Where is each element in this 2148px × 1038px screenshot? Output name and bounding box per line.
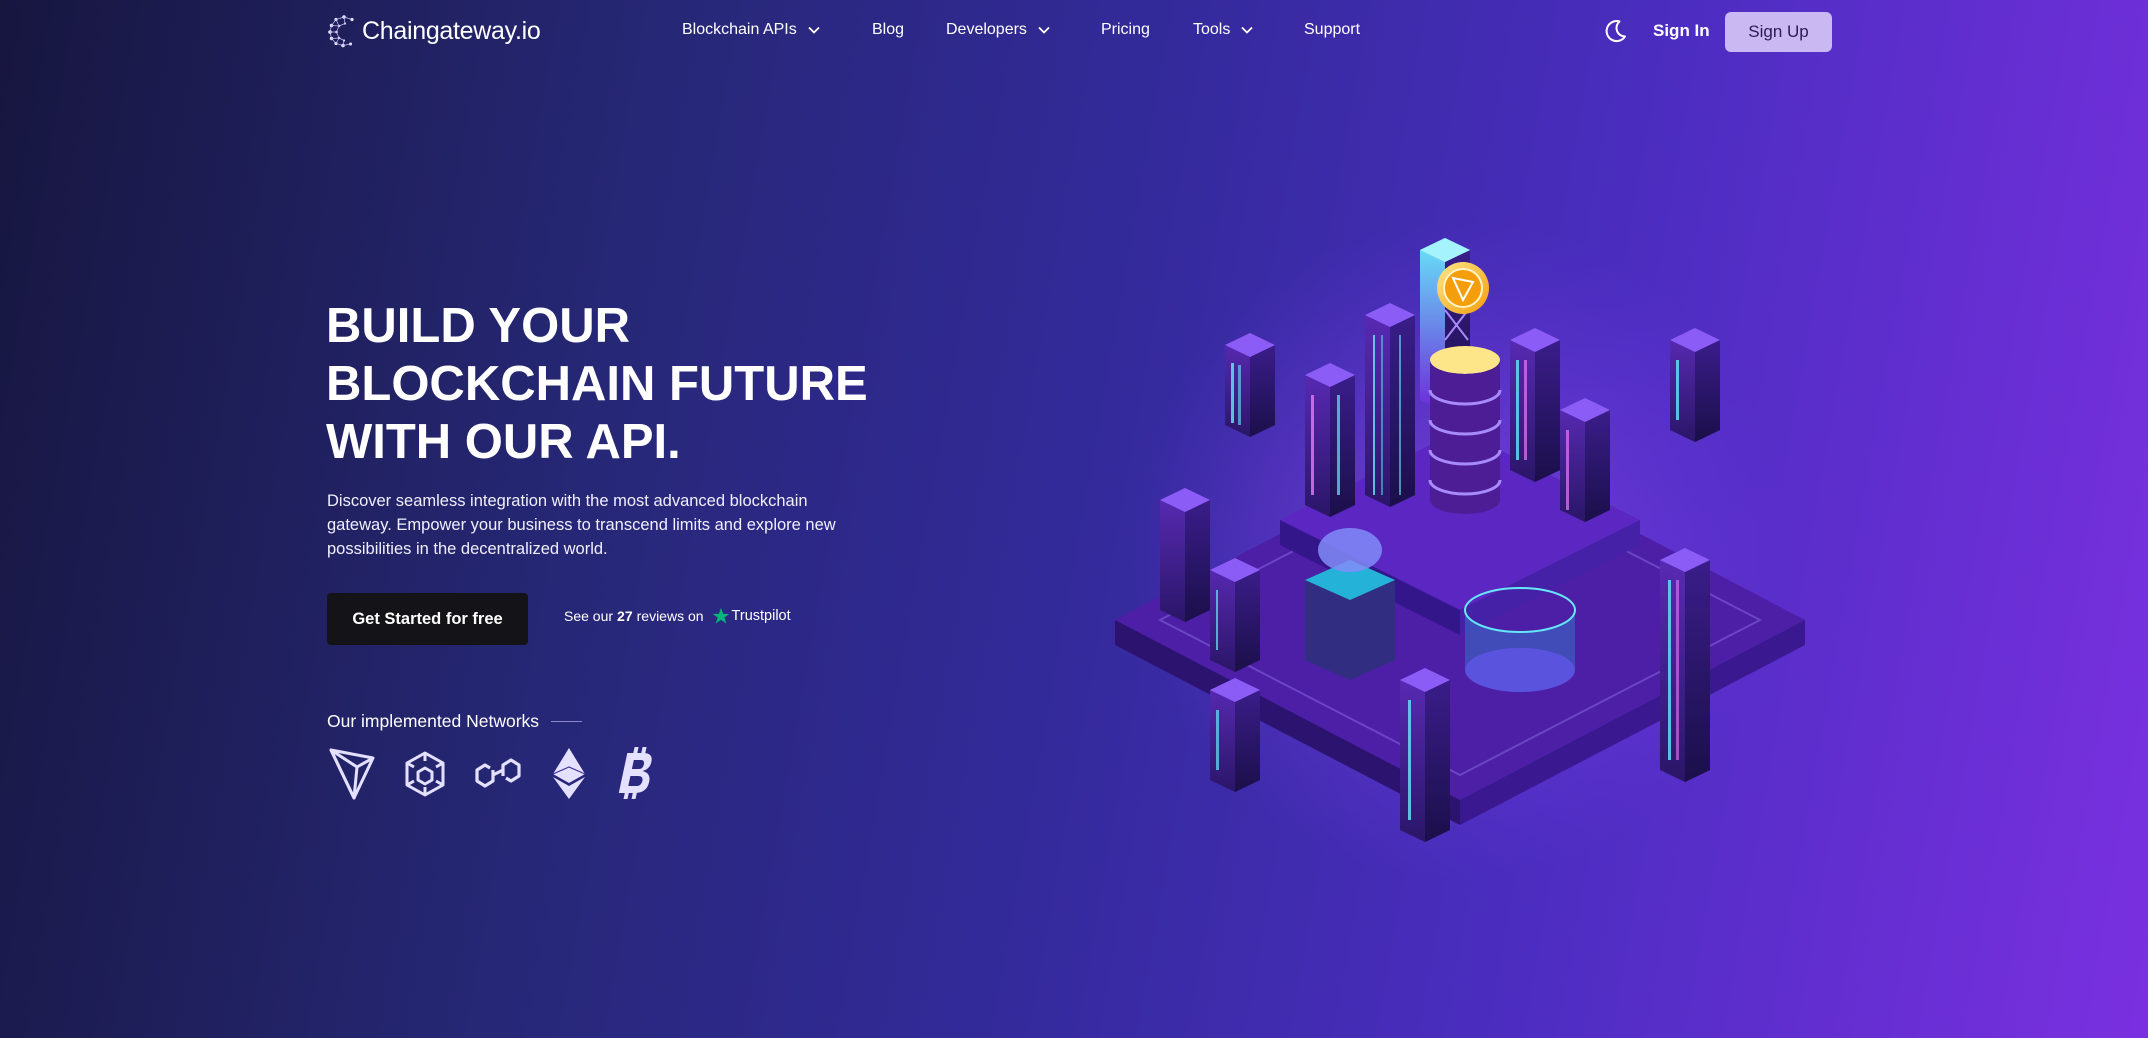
bitcoin-icon[interactable]: [607, 745, 659, 801]
reviews-count: 27: [617, 608, 633, 624]
brand-name: Chaingateway.io: [362, 16, 541, 45]
polygon-icon[interactable]: [473, 745, 525, 801]
trustpilot-name: Trustpilot: [731, 608, 791, 624]
reviews-prefix: See our: [564, 608, 614, 624]
networks-label: Our implemented Networks: [327, 711, 583, 732]
tron-icon[interactable]: [327, 745, 379, 801]
chaingateway-logo-icon: [328, 15, 354, 48]
nav-item-blog[interactable]: Blog: [872, 21, 904, 39]
hero-title-line: BLOCKCHAIN FUTURE: [326, 357, 868, 411]
nav-item-pricing[interactable]: Pricing: [1101, 21, 1150, 39]
hero-title-line: BUILD YOUR: [326, 299, 631, 353]
nav-item-blockchain-apis[interactable]: Blockchain APIs: [682, 21, 821, 39]
chevron-down-icon: [1038, 26, 1050, 34]
nav-item-label: Support: [1304, 21, 1361, 38]
bnb-icon[interactable]: [399, 745, 451, 801]
hero-title: BUILD YOUR BLOCKCHAIN FUTURE WITH OUR AP…: [326, 297, 886, 471]
sign-in-link[interactable]: Sign In: [1653, 21, 1710, 41]
tron-coin-icon: [1437, 262, 1489, 314]
moon-icon[interactable]: [1601, 17, 1629, 45]
sign-up-button[interactable]: Sign Up: [1725, 12, 1832, 52]
brand-logo[interactable]: Chaingateway.io: [327, 13, 541, 49]
trustpilot-reviews-link[interactable]: See our 27 reviews on Trustpilot: [564, 607, 791, 625]
nav-item-support[interactable]: Support: [1304, 21, 1360, 39]
isometric-blockchain-city-illustration: [1115, 220, 1805, 880]
nav-item-developers[interactable]: Developers: [946, 21, 1051, 39]
nav-item-label: Pricing: [1101, 21, 1150, 38]
nav-item-label: Blockchain APIs: [682, 21, 797, 38]
reviews-suffix: reviews on: [636, 608, 704, 624]
nav-item-tools[interactable]: Tools: [1193, 21, 1254, 39]
nav-item-label: Tools: [1193, 21, 1231, 38]
nav-item-label: Blog: [872, 21, 905, 38]
get-started-button[interactable]: Get Started for free: [327, 593, 528, 645]
top-navigation: Chaingateway.io Blockchain APIs Blog Dev…: [0, 0, 2148, 64]
nav-item-label: Developers: [946, 21, 1027, 38]
chevron-down-icon: [808, 26, 820, 34]
ethereum-icon[interactable]: [543, 745, 595, 801]
trustpilot-star-icon: [712, 607, 729, 624]
networks-divider: [551, 721, 583, 722]
hero-description: Discover seamless integration with the m…: [327, 492, 836, 558]
hero-title-line: WITH OUR API.: [326, 415, 681, 469]
networks-label-text: Our implemented Networks: [327, 711, 540, 731]
chevron-down-icon: [1241, 26, 1253, 34]
